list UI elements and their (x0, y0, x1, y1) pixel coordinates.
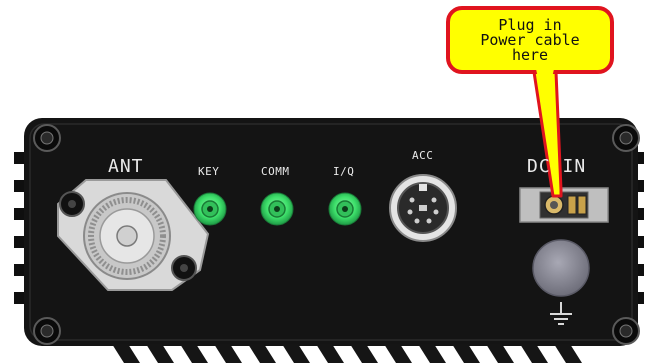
label-acc: ACC (412, 149, 434, 162)
label-comm: COMM (261, 165, 290, 178)
corner-screw-top-left (33, 124, 61, 152)
label-ant: ANT (108, 156, 144, 177)
label-key: KEY (198, 165, 220, 178)
ground-post (532, 239, 590, 297)
corner-screw-bottom-right (612, 317, 640, 345)
bottom-heatsink-fins (112, 344, 582, 363)
key-jack (193, 192, 227, 226)
callout-line-3: here (511, 45, 549, 64)
label-dc-in: DC IN (527, 156, 587, 177)
iq-jack (328, 192, 362, 226)
acc-connector (389, 174, 457, 242)
comm-jack (260, 192, 294, 226)
corner-screw-bottom-left (33, 317, 61, 345)
label-iq: I/Q (333, 165, 355, 178)
corner-screw-top-right (612, 124, 640, 152)
dc-in-connector (519, 187, 609, 223)
callout-text: Plug in Power cable here (452, 9, 608, 71)
